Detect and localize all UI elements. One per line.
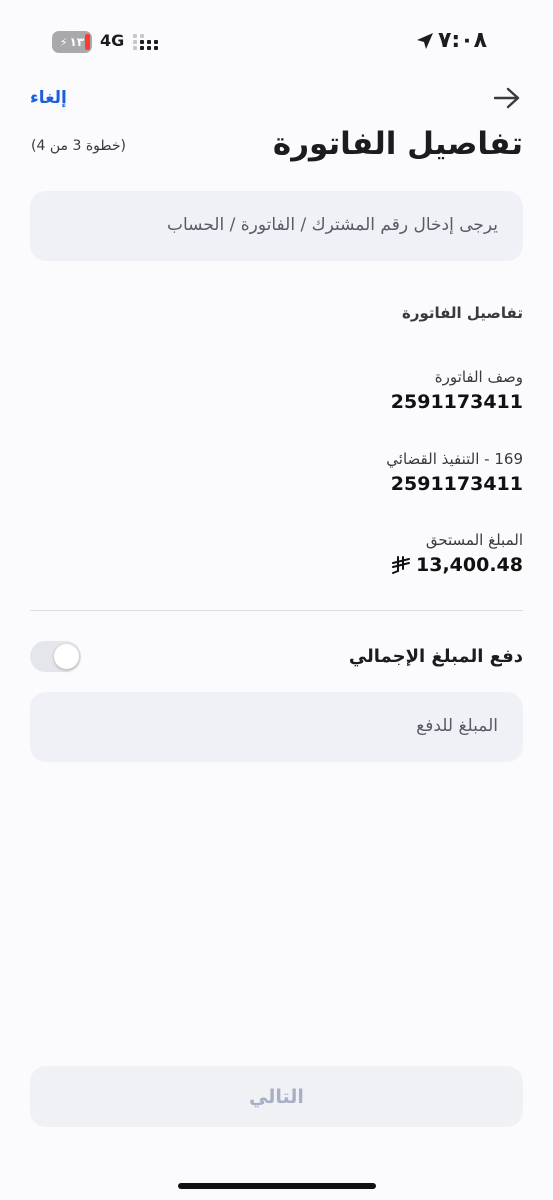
charging-bolt-icon: ⚡ bbox=[59, 35, 68, 49]
subscriber-number-placeholder: يرجى إدخال رقم المشترك / الفاتورة / الحس… bbox=[166, 215, 498, 235]
subscriber-number-input[interactable]: يرجى إدخال رقم المشترك / الفاتورة / الحس… bbox=[30, 191, 523, 261]
page-title: تفاصيل الفاتورة bbox=[272, 126, 523, 162]
bill-details-screen: ⚡ ١٣ 4G ٧:٠٨ إلغاء تفاصيل الفاتورة (خطوة… bbox=[0, 0, 553, 1200]
amount-to-pay-input[interactable]: المبلغ للدفع bbox=[30, 692, 523, 762]
toggle-knob bbox=[54, 644, 79, 669]
home-indicator bbox=[178, 1183, 376, 1189]
riyal-icon bbox=[392, 556, 411, 574]
battery-icon: ⚡ ١٣ bbox=[52, 31, 92, 53]
battery-level: ١٣ bbox=[69, 35, 85, 49]
amount-due-value: 13,400.48 bbox=[416, 554, 523, 576]
arrow-right-icon[interactable] bbox=[493, 86, 521, 110]
location-arrow-icon bbox=[417, 33, 433, 49]
pay-total-toggle[interactable] bbox=[30, 641, 81, 672]
pay-total-label: دفع المبلغ الإجمالي bbox=[348, 646, 523, 667]
next-button[interactable]: التالي bbox=[30, 1066, 523, 1127]
divider bbox=[30, 610, 523, 611]
signal-dots-icon bbox=[133, 34, 163, 50]
bill-details-heading: تفاصيل الفاتورة bbox=[401, 304, 523, 322]
amount-due-row: 13,400.48 bbox=[392, 554, 523, 576]
bill-description-label: وصف الفاتورة bbox=[434, 368, 523, 386]
service-value: 2591173411 bbox=[390, 473, 523, 495]
network-type: 4G bbox=[100, 31, 125, 50]
status-bar: ⚡ ١٣ 4G ٧:٠٨ bbox=[0, 26, 553, 58]
amount-due-label: المبلغ المستحق bbox=[425, 531, 523, 549]
status-time: ٧:٠٨ bbox=[438, 28, 488, 53]
amount-to-pay-placeholder: المبلغ للدفع bbox=[416, 716, 498, 736]
cancel-button[interactable]: إلغاء bbox=[30, 88, 67, 108]
step-indicator: (خطوة 3 من 4) bbox=[31, 138, 126, 154]
service-label: 169 - التنفيذ القضائي bbox=[386, 450, 523, 468]
bill-description-value: 2591173411 bbox=[390, 391, 523, 413]
